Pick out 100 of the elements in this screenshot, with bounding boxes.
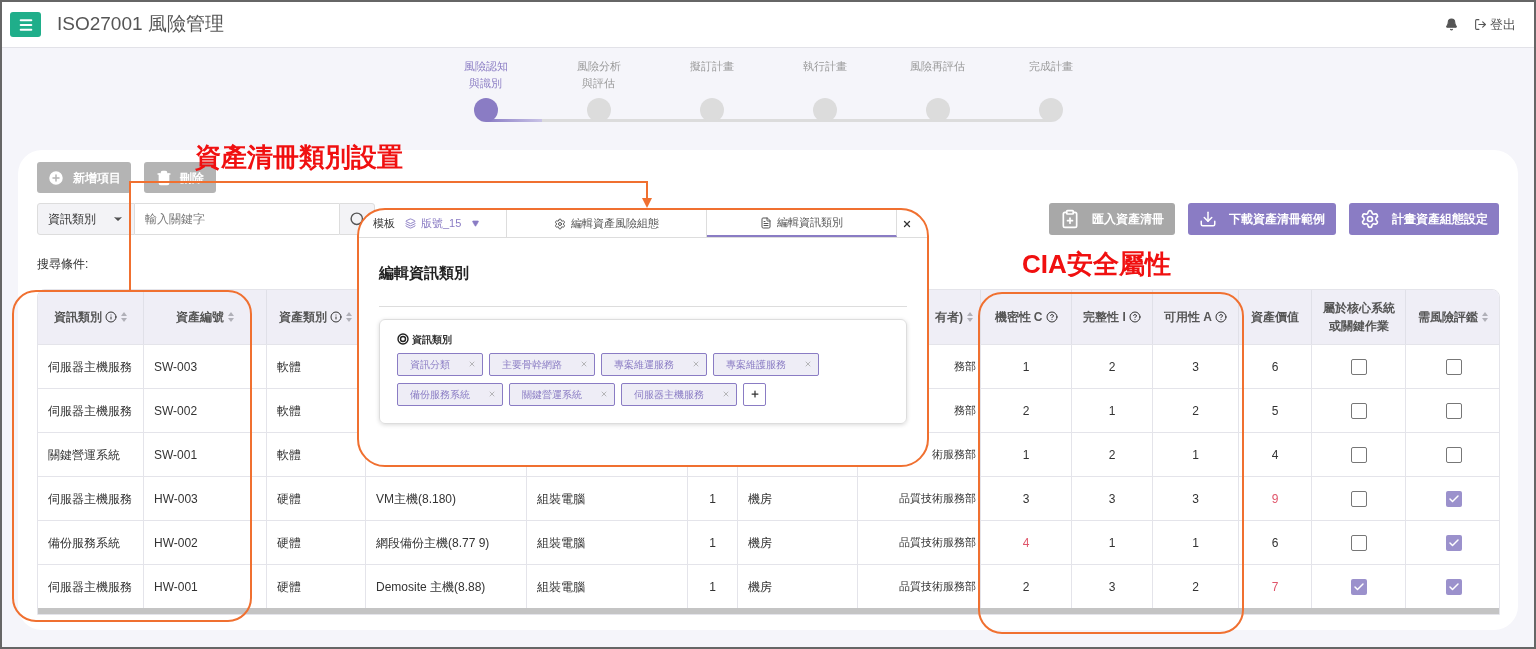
- tab[interactable]: 編輯資產風險組態: [507, 210, 707, 237]
- checkbox[interactable]: [1350, 358, 1367, 375]
- remove-icon[interactable]: [600, 390, 608, 398]
- sort-icon[interactable]: [226, 311, 235, 323]
- table-cell-text: 1: [1192, 446, 1199, 464]
- table-cell-text: 2: [1022, 578, 1030, 596]
- popup-heading: 編輯資訊類別: [379, 263, 469, 283]
- table-cell-text: 備份服務系統: [48, 534, 120, 552]
- field-label: 資訊類別: [412, 332, 452, 347]
- table-cell-text: Demosite 主機(8.88): [376, 578, 486, 596]
- table-cell-text: 伺服器主機服務: [48, 578, 132, 596]
- step-label: 風險再評估: [910, 59, 965, 74]
- table-cell-text: 關鍵營運系統: [48, 446, 120, 464]
- checkbox[interactable]: [1350, 490, 1367, 507]
- category-tag[interactable]: 主要骨幹網路: [489, 352, 595, 376]
- menu-button[interactable]: [10, 12, 41, 37]
- check-icon: [1352, 580, 1365, 593]
- table-cell-text: 機房: [748, 490, 772, 508]
- checkbox[interactable]: [1350, 578, 1367, 595]
- action-button[interactable]: 計畫資產組態設定: [1349, 203, 1499, 235]
- table-cell-text: 品質技術服務部: [899, 579, 976, 595]
- tab[interactable]: 編輯資訊類別: [707, 210, 897, 237]
- table-cell-text: 伺服器主機服務: [48, 358, 132, 376]
- notification-icon[interactable]: [1445, 18, 1458, 31]
- sort-icon[interactable]: [1480, 311, 1489, 323]
- remove-icon[interactable]: [468, 360, 476, 368]
- step-label: 風險認知 與識別: [463, 59, 508, 91]
- check-icon: [1447, 536, 1460, 549]
- table-cell-text: 1: [1108, 402, 1116, 420]
- checkbox[interactable]: [1445, 578, 1462, 595]
- table-cell-text: 7: [1271, 578, 1279, 596]
- add-tag-button[interactable]: [743, 382, 766, 406]
- version-select[interactable]: 版號_15: [395, 210, 507, 237]
- checkbox[interactable]: [1350, 446, 1367, 463]
- horizontal-scrollbar[interactable]: [38, 608, 1499, 614]
- remove-icon[interactable]: [488, 390, 496, 398]
- checkbox[interactable]: [1350, 402, 1367, 419]
- remove-icon[interactable]: [722, 390, 730, 398]
- table-cell-text: 務部: [954, 359, 976, 375]
- filter-select[interactable]: 資訊類別: [37, 203, 135, 235]
- category-tag[interactable]: 專案維護服務: [713, 352, 819, 376]
- table-cell-text: VM主機(8.180): [376, 490, 457, 508]
- checkbox[interactable]: [1445, 402, 1462, 419]
- column-header: 完整性 I: [1083, 309, 1126, 326]
- column-header: 可用性 A: [1164, 309, 1212, 326]
- help-icon[interactable]: [1128, 311, 1141, 323]
- checkbox[interactable]: [1350, 534, 1367, 551]
- table-cell-text: 組裝電腦: [537, 534, 585, 552]
- column-header: 資產價值: [1251, 309, 1299, 326]
- info-icon[interactable]: [104, 311, 117, 323]
- category-tag[interactable]: 伺服器主機服務: [621, 382, 737, 406]
- remove-icon[interactable]: [580, 360, 588, 368]
- table-cell-text: 1: [1022, 446, 1030, 464]
- table-cell-text: HW-002: [154, 534, 198, 552]
- remove-icon[interactable]: [804, 360, 812, 368]
- download-icon: [1199, 210, 1217, 228]
- checkbox[interactable]: [1445, 446, 1462, 463]
- category-icon: [397, 333, 409, 345]
- table-cell-text: 軟體: [277, 402, 301, 420]
- category-tag[interactable]: 資訊分類: [397, 352, 483, 376]
- table-cell-text: 2: [1022, 402, 1030, 420]
- category-tag[interactable]: 專案維運服務: [601, 352, 707, 376]
- column-header: 資訊類別: [53, 309, 102, 326]
- category-tag[interactable]: 備份服務系統: [397, 382, 503, 406]
- help-icon[interactable]: [1045, 311, 1058, 323]
- category-tag[interactable]: 關鍵營運系統: [509, 382, 615, 406]
- table-cell-text: 3: [1108, 578, 1116, 596]
- column-header: 資產類別: [279, 309, 327, 326]
- table-cell-text: 組裝電腦: [537, 490, 585, 508]
- checkbox[interactable]: [1445, 490, 1462, 507]
- step-label: 完成計畫: [1028, 59, 1073, 74]
- search-conditions-label: 搜尋條件:: [37, 256, 89, 273]
- action-button[interactable]: 下載資產清冊範例: [1188, 203, 1336, 235]
- checkbox[interactable]: [1445, 534, 1462, 551]
- table-cell-text: 品質技術服務部: [899, 535, 976, 551]
- table-cell-text: 伺服器主機服務: [48, 490, 132, 508]
- table-cell-text: 機房: [748, 534, 772, 552]
- checkbox[interactable]: [1445, 358, 1462, 375]
- logout-button[interactable]: 登出: [1474, 14, 1516, 35]
- column-header: 需風險評鑑: [1417, 309, 1478, 326]
- table-cell-text: 1: [1108, 534, 1116, 552]
- trash-icon: [156, 169, 172, 186]
- table-cell-text: SW-002: [154, 402, 198, 420]
- gear-icon: [554, 217, 566, 230]
- table-cell-text: 3: [1108, 490, 1116, 508]
- table-cell-text: 2: [1192, 402, 1199, 420]
- help-icon[interactable]: [1215, 311, 1227, 323]
- table-cell-text: 硬體: [277, 534, 301, 552]
- table-cell-text: 品質技術服務部: [899, 491, 976, 507]
- column-header: 機密性 C: [994, 309, 1043, 326]
- search-field[interactable]: 輸入關鍵字: [135, 203, 339, 235]
- table-cell-text: 3: [1192, 490, 1199, 508]
- caret-icon: [472, 220, 480, 227]
- sort-icon[interactable]: [966, 311, 974, 323]
- close-icon: [902, 218, 912, 229]
- remove-icon[interactable]: [692, 360, 700, 368]
- table-cell-text: 1: [709, 534, 716, 552]
- table-cell-text: 組裝電腦: [537, 578, 585, 596]
- table-cell-text: 2: [1108, 358, 1116, 376]
- info-icon[interactable]: [330, 311, 342, 323]
